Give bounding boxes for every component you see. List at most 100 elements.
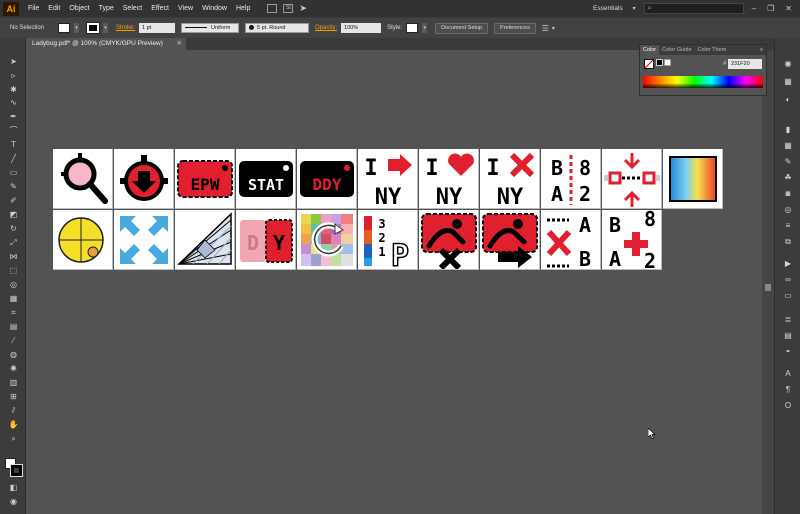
line-tool-icon[interactable]: ╱: [8, 153, 19, 164]
eyedropper-icon[interactable]: ⁄: [8, 335, 19, 346]
restore-button[interactable]: ❐: [767, 4, 774, 13]
pencil-tool-icon[interactable]: ✐: [8, 195, 19, 206]
stock-icon[interactable]: St: [283, 4, 294, 13]
menu-file[interactable]: File: [28, 0, 39, 17]
transparency-icon[interactable]: ◓: [782, 346, 794, 357]
hex-input[interactable]: 231F20: [728, 59, 762, 69]
stroke-weight-field[interactable]: 1 pt: [139, 23, 176, 33]
search-input[interactable]: ⌕: [643, 3, 744, 14]
type-tool-icon[interactable]: T: [8, 139, 19, 150]
brush-definition-dropdown[interactable]: 5 pt. Round: [245, 23, 310, 33]
navigator-icon[interactable]: ▭: [782, 290, 794, 301]
paintbrush-tool-icon[interactable]: ✎: [8, 181, 19, 192]
curvature-tool-icon[interactable]: ⌒: [8, 125, 19, 136]
panel-menu-icon[interactable]: ≡: [757, 45, 766, 55]
menu-type[interactable]: Type: [99, 0, 114, 17]
artboards-icon[interactable]: ⧉: [782, 236, 794, 247]
tab-color[interactable]: Color: [640, 45, 660, 55]
tile-gradient-swatch[interactable]: [663, 149, 723, 209]
tile-x-ab-icon[interactable]: A B: [541, 210, 601, 270]
color-mode-icon[interactable]: ◧: [8, 482, 19, 493]
menu-window[interactable]: Window: [202, 0, 227, 17]
preferences-button[interactable]: Preferences: [494, 22, 536, 34]
share-icon[interactable]: ➤: [299, 3, 307, 14]
symbol-sprayer-icon[interactable]: ✺: [8, 363, 19, 374]
menu-effect[interactable]: Effect: [151, 0, 169, 17]
tile-i-arrow-ny[interactable]: I NY: [358, 149, 418, 209]
menu-help[interactable]: Help: [236, 0, 250, 17]
selection-tool-icon[interactable]: ➤: [8, 56, 19, 67]
opentype-icon[interactable]: O: [782, 400, 794, 411]
tile-arrows-in-icon[interactable]: [114, 210, 174, 270]
tile-i-heart-ny[interactable]: I NY: [419, 149, 479, 209]
tab-color-themes[interactable]: Color Them: [695, 45, 730, 55]
slice-tool-icon[interactable]: ⫽: [8, 405, 19, 416]
tile-perspective-grid-icon[interactable]: [175, 210, 235, 270]
fill-swatch[interactable]: [58, 23, 71, 33]
stroke-label[interactable]: Stroke:: [116, 25, 135, 31]
graphic-style-swatch[interactable]: [406, 23, 419, 33]
stroke-panel-icon[interactable]: ≣: [782, 314, 794, 325]
lasso-icon[interactable]: ∿: [8, 97, 19, 108]
tile-ba82-dashed[interactable]: B 8 A 2: [541, 149, 601, 209]
chevron-down-icon[interactable]: ▾: [74, 23, 80, 33]
hand-tool-icon[interactable]: ✋: [8, 419, 19, 430]
eraser-tool-icon[interactable]: ◩: [8, 209, 19, 220]
free-transform-icon[interactable]: ⬚: [8, 265, 19, 276]
workspace-switcher[interactable]: Essentials: [593, 5, 623, 12]
chevron-down-icon[interactable]: ▾: [633, 5, 636, 12]
graphic-styles-icon[interactable]: ◙: [782, 188, 794, 199]
actions-icon[interactable]: ▶: [782, 258, 794, 269]
draw-mode-icon[interactable]: ◉: [8, 496, 19, 507]
direct-selection-tool-icon[interactable]: ▹: [8, 70, 19, 81]
arrange-icon[interactable]: ☰: [542, 24, 549, 33]
properties-icon[interactable]: ▮: [782, 124, 794, 135]
tile-red-arrow-figure[interactable]: [480, 210, 540, 270]
width-tool-icon[interactable]: ⋈: [8, 251, 19, 262]
tile-dy-ticket[interactable]: D Y: [236, 210, 296, 270]
paragraph-icon[interactable]: ¶: [782, 384, 794, 395]
minimize-button[interactable]: –: [752, 4, 756, 13]
magic-wand-icon[interactable]: ✱: [8, 84, 19, 95]
chevron-down-icon[interactable]: ▾: [422, 23, 428, 33]
tile-epw-ticket[interactable]: EPW: [175, 149, 235, 209]
fill-stroke-widget[interactable]: [5, 458, 23, 478]
symbols-icon[interactable]: ☘: [782, 172, 794, 183]
panel-menu-icon[interactable]: ▾: [552, 25, 555, 32]
tile-yellow-circle-icon[interactable]: [53, 210, 113, 270]
tile-target-arrow-icon[interactable]: [114, 149, 174, 209]
stroke-swatch[interactable]: [86, 22, 101, 34]
color-guide-icon[interactable]: ▦: [782, 76, 794, 87]
tile-magnifier-icon[interactable]: [53, 149, 113, 209]
brushes-icon[interactable]: ✎: [782, 156, 794, 167]
menu-edit[interactable]: Edit: [48, 0, 60, 17]
close-window-button[interactable]: ✕: [785, 4, 792, 13]
none-swatch[interactable]: [644, 59, 654, 69]
opacity-label[interactable]: Opacity:: [315, 25, 337, 31]
scroll-thumb[interactable]: [765, 284, 771, 291]
rectangle-tool-icon[interactable]: ▭: [8, 167, 19, 178]
document-setup-button[interactable]: Document Setup: [435, 22, 489, 34]
tile-ddy-ticket[interactable]: DDY: [297, 149, 357, 209]
menu-view[interactable]: View: [178, 0, 193, 17]
tile-stat-ticket[interactable]: STAT: [236, 149, 296, 209]
stroke-swatch-icon[interactable]: [10, 464, 23, 477]
variable-width-profile-dropdown[interactable]: Uniform: [181, 23, 240, 33]
menu-select[interactable]: Select: [123, 0, 142, 17]
gradient-panel-icon[interactable]: ▤: [782, 330, 794, 341]
white-swatch[interactable]: [664, 59, 671, 66]
zoom-tool-icon[interactable]: ⌕: [8, 433, 19, 444]
layers-icon[interactable]: ≡: [782, 220, 794, 231]
pen-tool-icon[interactable]: ✒: [8, 111, 19, 122]
character-icon[interactable]: A: [782, 368, 794, 379]
blend-tool-icon[interactable]: ◍: [8, 349, 19, 360]
scale-tool-icon[interactable]: ⤢: [8, 237, 19, 248]
tile-i-x-ny[interactable]: I NY: [480, 149, 540, 209]
close-tab-icon[interactable]: ✕: [177, 38, 182, 50]
black-swatch[interactable]: [656, 59, 663, 66]
menu-object[interactable]: Object: [69, 0, 89, 17]
appearance-icon[interactable]: ◎: [782, 204, 794, 215]
links-icon[interactable]: ∞: [782, 274, 794, 285]
tile-color-grid-icon[interactable]: [297, 210, 357, 270]
document-tab[interactable]: Ladybug.pdf* @ 100% (CMYK/GPU Preview) ✕: [26, 38, 186, 50]
